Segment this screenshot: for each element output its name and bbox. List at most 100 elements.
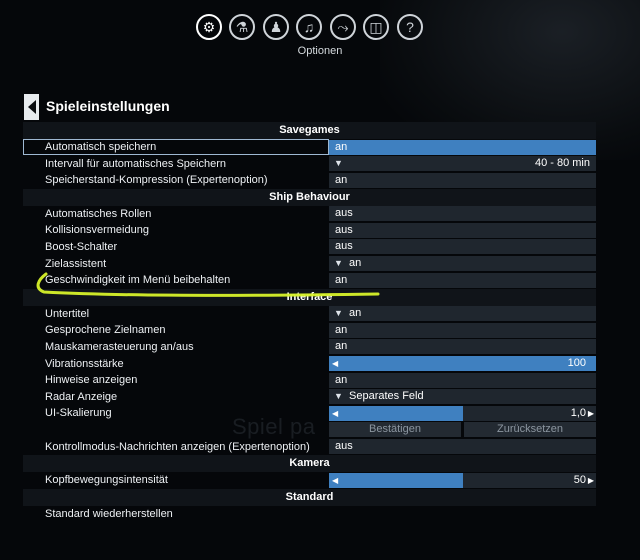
- reset-button[interactable]: Zurücksetzen: [464, 422, 596, 438]
- setting-value-toggle[interactable]: an: [329, 139, 596, 155]
- route-icon[interactable]: ⤳: [330, 14, 356, 40]
- setting-row-mouse-camera[interactable]: Mauskamerasteuerung an/aus an: [23, 339, 596, 356]
- setting-label: Radar Anzeige: [45, 390, 118, 403]
- top-navigation: ⚙ ⚗ ♟ ♫ ⤳ ◫ ? Optionen: [0, 14, 640, 64]
- setting-value: an: [335, 140, 348, 153]
- section-header-ship-behaviour: Ship Behaviour: [23, 188, 596, 206]
- setting-value: 1,0: [570, 406, 586, 419]
- setting-value-dropdown[interactable]: ▼ Separates Feld: [329, 389, 596, 405]
- button-group: Bestätigen Zurücksetzen: [329, 422, 596, 438]
- arrow-right-icon[interactable]: ▶: [588, 406, 594, 421]
- setting-row-control-messages[interactable]: Kontrollmodus-Nachrichten anzeigen (Expe…: [23, 439, 596, 456]
- setting-row-boost[interactable]: Boost-Schalter aus: [23, 239, 596, 256]
- setting-row-autoroll[interactable]: Automatisches Rollen aus: [23, 206, 596, 223]
- setting-row-hints[interactable]: Hinweise anzeigen an: [23, 372, 596, 389]
- setting-row-keep-speed[interactable]: Geschwindigkeit im Menü beibehalten an: [23, 272, 596, 289]
- arrow-left-icon[interactable]: ◀: [332, 473, 338, 488]
- vibration-slider[interactable]: ◀ 100: [329, 356, 596, 372]
- gear-icon[interactable]: ⚙: [196, 14, 222, 40]
- back-button[interactable]: [24, 94, 39, 120]
- setting-label: Boost-Schalter: [45, 240, 118, 253]
- chevron-down-icon: ▼: [334, 391, 343, 402]
- setting-row-head-bob[interactable]: Kopfbewegungsintensität ◀ 50 ▶: [23, 472, 596, 489]
- setting-row-subtitles[interactable]: Untertitel ▼ an: [23, 306, 596, 323]
- setting-row-autosave[interactable]: Automatisch speichern an: [23, 139, 596, 156]
- ui-scale-buttons-row: Bestätigen Zurücksetzen: [23, 422, 596, 439]
- arrow-left-icon[interactable]: ◀: [332, 356, 338, 371]
- setting-value: 50: [573, 473, 586, 486]
- setting-value-dropdown[interactable]: ▼ an: [329, 256, 596, 272]
- person-icon[interactable]: ♟: [263, 14, 289, 40]
- chevron-down-icon: ▼: [334, 258, 343, 269]
- headset-icon[interactable]: ♫: [296, 14, 322, 40]
- setting-label: Hinweise anzeigen: [45, 374, 138, 387]
- setting-value-toggle[interactable]: an: [329, 322, 596, 338]
- slider-fill: [329, 356, 596, 372]
- setting-label: Kontrollmodus-Nachrichten anzeigen (Expe…: [45, 440, 310, 453]
- setting-value: an: [335, 323, 348, 336]
- page-title: Spieleinstellungen: [46, 98, 170, 114]
- setting-value: an: [335, 173, 348, 186]
- book-icon[interactable]: ◫: [363, 14, 389, 40]
- setting-value-toggle[interactable]: an: [329, 339, 596, 355]
- slider-fill: [329, 405, 463, 421]
- slider-fill: [329, 472, 463, 488]
- setting-value: aus: [335, 207, 353, 220]
- arrow-left-icon[interactable]: ◀: [332, 406, 338, 421]
- setting-value: aus: [335, 240, 353, 253]
- setting-label: Kopfbewegungsintensität: [45, 474, 168, 487]
- setting-value: an: [349, 257, 362, 270]
- setting-value-toggle[interactable]: aus: [329, 206, 596, 222]
- setting-row-restore-defaults[interactable]: Standard wiederherstellen: [23, 506, 596, 523]
- setting-row-vibration[interactable]: Vibrationsstärke ◀ 100: [23, 356, 596, 373]
- setting-value: an: [349, 307, 362, 320]
- section-header-kamera: Kamera: [23, 455, 596, 473]
- restore-defaults-button[interactable]: Standard wiederherstellen: [45, 506, 173, 522]
- setting-value-toggle[interactable]: an: [329, 172, 596, 188]
- setting-row-target-assist[interactable]: Zielassistent ▼ an: [23, 256, 596, 273]
- setting-label: Speicherstand-Kompression (Expertenoptio…: [45, 174, 268, 187]
- setting-value-toggle[interactable]: aus: [329, 239, 596, 255]
- setting-row-autosave-interval[interactable]: Intervall für automatisches Speichern ▼ …: [23, 156, 596, 173]
- setting-value-dropdown[interactable]: ▼ 40 - 80 min: [329, 156, 596, 172]
- setting-value: an: [335, 340, 348, 353]
- setting-label: Zielassistent: [45, 257, 107, 270]
- setting-value-toggle[interactable]: an: [329, 272, 596, 288]
- setting-value-toggle[interactable]: aus: [329, 439, 596, 454]
- setting-value: Separates Feld: [349, 390, 424, 403]
- setting-value: aus: [335, 223, 353, 236]
- chevron-down-icon: ▼: [334, 308, 343, 319]
- setting-value-dropdown[interactable]: ▼ an: [329, 306, 596, 322]
- setting-label: UI-Skalierung: [45, 407, 112, 420]
- setting-row-compression[interactable]: Speicherstand-Kompression (Expertenoptio…: [23, 172, 596, 189]
- setting-label: Untertitel: [45, 307, 90, 320]
- setting-value-toggle[interactable]: an: [329, 372, 596, 388]
- chevron-down-icon: ▼: [334, 158, 343, 169]
- setting-value: an: [335, 373, 348, 386]
- help-icon[interactable]: ?: [397, 14, 423, 40]
- setting-value: 100: [567, 357, 586, 370]
- setting-value: an: [335, 273, 348, 286]
- ui-scale-slider[interactable]: ◀ 1,0 ▶: [329, 405, 596, 421]
- confirm-button[interactable]: Bestätigen: [329, 422, 461, 438]
- setting-row-collision[interactable]: Kollisionsvermeidung aus: [23, 222, 596, 239]
- flask-icon[interactable]: ⚗: [229, 14, 255, 40]
- setting-row-radar[interactable]: Radar Anzeige ▼ Separates Feld: [23, 389, 596, 406]
- setting-label: Gesprochene Zielnamen: [45, 324, 166, 337]
- setting-label: Automatisches Rollen: [45, 207, 152, 220]
- setting-value: aus: [335, 440, 353, 452]
- setting-label: Vibrationsstärke: [45, 357, 124, 370]
- back-arrow-icon: [27, 100, 36, 114]
- arrow-right-icon[interactable]: ▶: [588, 473, 594, 488]
- setting-row-ui-scale[interactable]: UI-Skalierung ◀ 1,0 ▶: [23, 405, 596, 422]
- setting-row-target-names[interactable]: Gesprochene Zielnamen an: [23, 322, 596, 339]
- setting-label: Geschwindigkeit im Menü beibehalten: [45, 274, 231, 287]
- setting-value-toggle[interactable]: aus: [329, 222, 596, 238]
- section-header-interface: Interface: [23, 288, 596, 306]
- head-bob-slider[interactable]: ◀ 50 ▶: [329, 472, 596, 488]
- nav-active-label: Optionen: [297, 45, 343, 57]
- setting-label: Automatisch speichern: [45, 141, 157, 153]
- section-header-savegames: Savegames: [23, 122, 596, 139]
- setting-label: Intervall für automatisches Speichern: [45, 157, 226, 170]
- setting-label: Kollisionsvermeidung: [45, 224, 149, 237]
